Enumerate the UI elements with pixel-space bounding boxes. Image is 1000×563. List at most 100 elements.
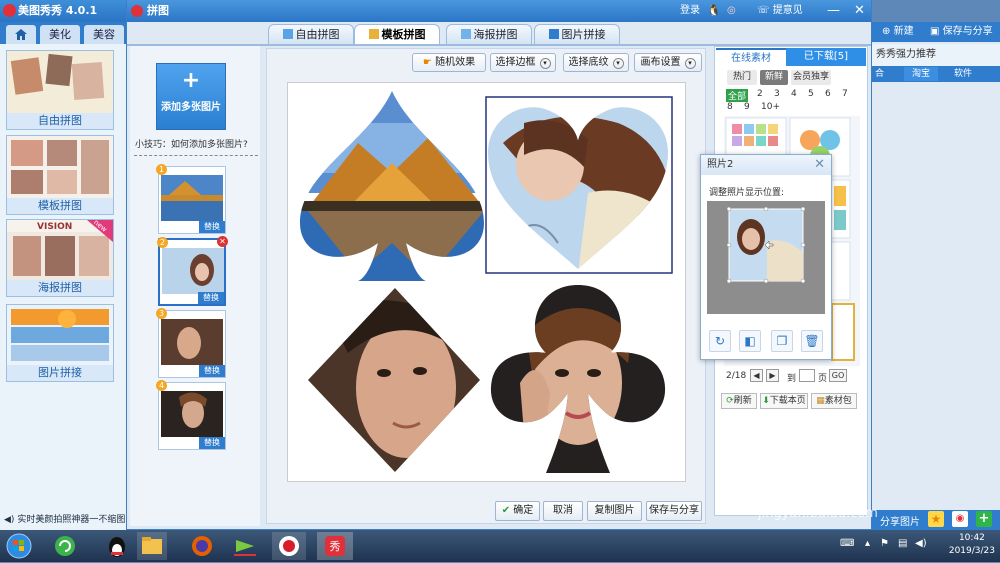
bg-left-item-label: 海报拼图 (7, 280, 113, 296)
tab-beauty[interactable]: 美容 (84, 25, 124, 44)
page-num[interactable]: 4 (791, 89, 797, 99)
qq-icon[interactable]: 🐧 (707, 0, 721, 22)
taskbar-qq[interactable] (100, 532, 134, 560)
bg-left-tip[interactable]: ◀) 实时美颜拍照神器一不缩图 (0, 510, 130, 530)
photo-thumb[interactable]: 3 替换 (156, 308, 226, 378)
prev-page-button[interactable]: ◀ (750, 369, 763, 382)
bg-left-tip-text: 实时美颜拍照神器一不缩图 (17, 515, 126, 525)
copy-image-button[interactable]: 复制图片 (587, 501, 642, 521)
select-texture-dropdown[interactable]: 选择底纹 ▾ (563, 53, 629, 72)
collage-canvas-svg (300, 91, 673, 473)
thumb-image-portrait (161, 319, 223, 365)
taskbar-firefox[interactable] (185, 532, 219, 560)
close-button[interactable]: ✕ (854, 0, 865, 22)
chip-hot[interactable]: 热门 (727, 70, 757, 85)
trash-icon[interactable]: 🗑 (801, 330, 823, 352)
page-number-input[interactable] (799, 369, 815, 382)
home-tab[interactable] (6, 25, 36, 44)
flip-horizontal-icon[interactable]: ◧ (739, 330, 761, 352)
rotate-icon[interactable]: ↻ (709, 330, 731, 352)
page-num[interactable]: 9 (744, 102, 750, 112)
photo-position-preview[interactable] (707, 201, 825, 314)
canvas-settings-dropdown[interactable]: 画布设置 ▾ (634, 53, 702, 72)
tray-chevron-icon[interactable]: ▴ (865, 538, 870, 549)
tray-flag-icon[interactable]: ⚑ (880, 538, 889, 549)
tab-downloaded[interactable]: 已下载[5] (786, 48, 866, 66)
taskbar-explorer[interactable] (137, 532, 167, 560)
replace-button[interactable]: 替换 (199, 221, 225, 233)
bg-left-item-stitch[interactable]: 图片拼接 (6, 304, 114, 382)
replace-button[interactable]: 替换 (199, 365, 225, 377)
login-link[interactable]: 登录 (680, 0, 700, 22)
save-share-top-button[interactable]: ▣ 保存与分享 (930, 22, 993, 42)
rb-cat-item[interactable]: 软件 (954, 67, 972, 81)
thumb-number: 3 (156, 308, 167, 319)
page-num[interactable]: 6 (825, 89, 831, 99)
thumb-image-landscape (161, 175, 223, 221)
page-num[interactable]: 5 (808, 89, 814, 99)
replace-button[interactable]: 替换 (198, 292, 224, 304)
tray-network-icon[interactable]: ▤ (898, 538, 907, 549)
add-images-hint[interactable]: 小技巧：如何添加多张图片? (135, 137, 260, 150)
save-share-button[interactable]: 保存与分享 (646, 501, 702, 521)
photo-thumb[interactable]: 4 替换 (156, 380, 226, 450)
puzzle-window-title: 拼图 (147, 4, 169, 17)
bg-left-item-template[interactable]: 模板拼图 (6, 135, 114, 215)
tab-poster-collage[interactable]: 海报拼图 (446, 24, 532, 44)
tab-template-collage[interactable]: 模板拼图 (354, 24, 440, 44)
photo-thumb-selected[interactable]: 2 ✕ 替换 (157, 236, 228, 306)
feedback-link[interactable]: ☏ 提意见 (757, 0, 803, 22)
page-num[interactable]: 2 (757, 89, 763, 99)
record-icon (279, 536, 299, 556)
delete-thumb-icon[interactable]: ✕ (217, 236, 228, 247)
pager-text: 2/18 (726, 371, 747, 381)
tab-beautify[interactable]: 美化 (40, 25, 80, 44)
add-multiple-images-button[interactable]: + 添加多张图片 (156, 63, 226, 130)
bg-left-item-free[interactable]: 自由拼图 (6, 50, 114, 130)
replace-button[interactable]: 替换 (199, 437, 225, 449)
next-page-button[interactable]: ▶ (766, 369, 779, 382)
copy-layer-icon[interactable]: ❐ (771, 330, 793, 352)
tab-free-collage[interactable]: 自由拼图 (268, 24, 354, 44)
chip-fresh[interactable]: 新鲜 (760, 70, 788, 85)
new-button[interactable]: ⊕ 新建 (882, 22, 914, 42)
rb-cat-item[interactable]: 合 (875, 67, 884, 81)
page-num[interactable]: 3 (774, 89, 780, 99)
page-num[interactable]: 8 (727, 102, 733, 112)
start-button[interactable] (4, 532, 38, 560)
select-border-dropdown[interactable]: 选择边框 ▾ (490, 53, 556, 72)
taskbar-app-green[interactable] (48, 532, 82, 560)
material-pack-button[interactable]: ▦素材包 (811, 393, 857, 409)
tab-online-material[interactable]: 在线素材 (716, 48, 786, 66)
tab-image-stitch[interactable]: 图片拼接 (534, 24, 620, 44)
taskbar-recorder[interactable] (272, 532, 306, 560)
page-num[interactable]: 10+ (761, 102, 780, 112)
confirm-button[interactable]: ✔ 确定 (495, 501, 540, 521)
download-icon: ⬇ (762, 396, 770, 406)
random-effect-button[interactable]: ☛ 随机效果 (412, 53, 486, 72)
page-all[interactable]: 全部 (726, 89, 749, 102)
download-page-button[interactable]: ⬇下载本页 (760, 393, 808, 409)
thumb-image-model (161, 391, 223, 437)
popup-label: 调整照片显示位置: (709, 188, 785, 198)
speaker-icon: ◀) (4, 515, 15, 525)
go-button[interactable]: GO (829, 369, 847, 382)
poster-vision-label: VISION (37, 222, 73, 232)
chip-member[interactable]: 会员独享 (791, 70, 831, 85)
refresh-button[interactable]: ⟳刷新 (721, 393, 757, 409)
taskbar-meitu[interactable]: 秀 (317, 532, 353, 560)
taskbar-media[interactable] (228, 532, 262, 560)
rb-cat-item[interactable]: 淘宝 (904, 67, 939, 81)
weibo-login-icon[interactable]: ◎ (727, 0, 736, 22)
page-num[interactable]: 7 (842, 89, 848, 99)
tray-clock[interactable]: 10:42 2019/3/23 (949, 532, 995, 558)
tray-volume-icon[interactable]: ◀) (915, 538, 927, 549)
photo-thumb[interactable]: 1 替换 (156, 164, 226, 234)
bg-left-item-poster[interactable]: VISION new 海报拼图 (6, 218, 114, 297)
cancel-button[interactable]: 取消 (543, 501, 583, 521)
popup-close-icon[interactable]: ✕ (814, 157, 825, 172)
minimize-button[interactable]: — (827, 0, 840, 22)
collage-canvas[interactable] (287, 82, 686, 482)
tray-keyboard-icon[interactable]: ⌨ (840, 538, 854, 549)
page-label: 页 (818, 374, 828, 384)
